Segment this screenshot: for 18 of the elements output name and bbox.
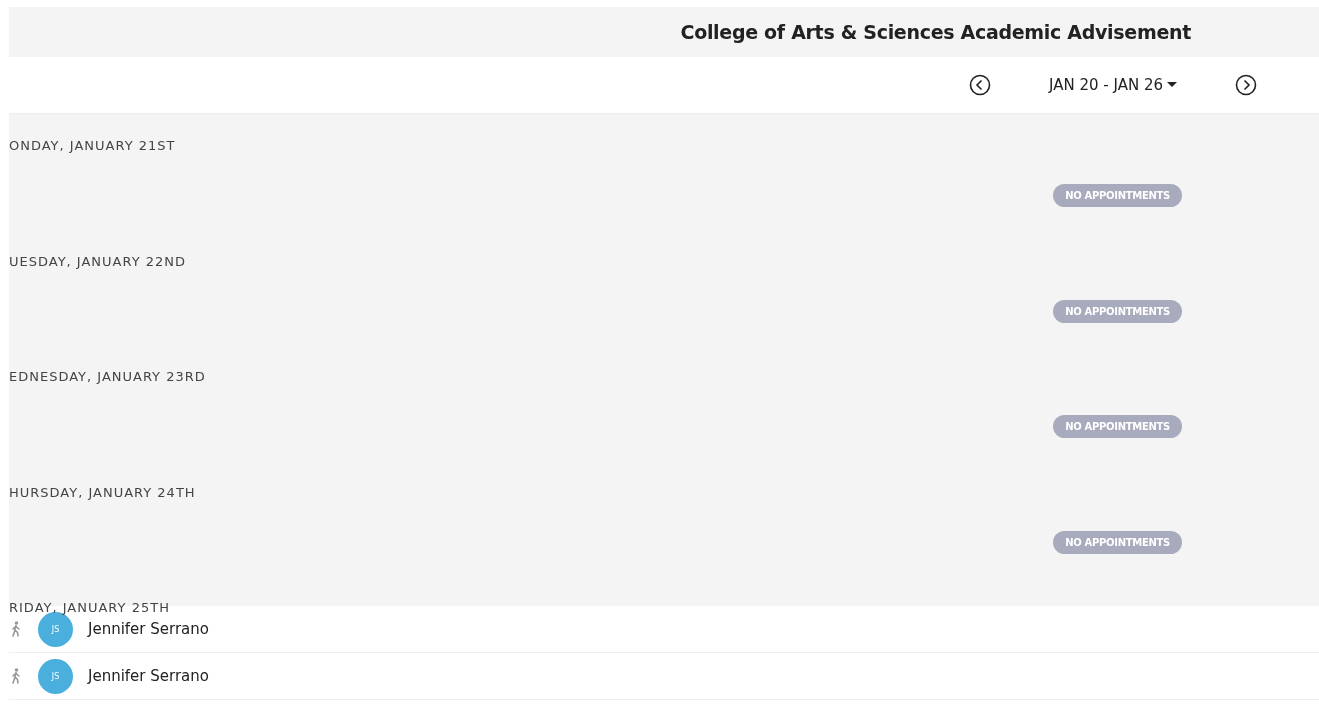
day-heading: UESDAY, JANUARY 22ND	[9, 252, 188, 269]
advisee-name[interactable]: Jennifer Serrano	[88, 620, 209, 638]
walking-person-icon	[11, 668, 21, 684]
previous-week-icon[interactable]	[969, 74, 992, 96]
status-badge: NO APPOINTMENTS	[1053, 184, 1182, 207]
day-heading: HURSDAY, JANUARY 24TH	[9, 483, 197, 500]
week-range-dropdown[interactable]: JAN 20 - JAN 26	[1049, 76, 1177, 94]
caret-icon	[1167, 82, 1177, 88]
status-badge: NO APPOINTMENTS	[1053, 415, 1182, 438]
day-heading: EDNESDAY, JANUARY 23RD	[9, 368, 207, 384]
day-heading: ONDAY, JANUARY 21ST	[9, 137, 177, 153]
page-title: College of Arts & Sciences Academic Advisement	[680, 21, 1191, 43]
avatar: JS	[38, 658, 73, 694]
next-week-icon[interactable]	[1235, 74, 1257, 96]
status-badge: NO APPOINTMENTS	[1053, 299, 1182, 323]
walking-person-icon	[11, 621, 21, 637]
status-badge: NO APPOINTMENTS	[1053, 530, 1182, 554]
advisee-name[interactable]: Jennifer Serrano	[88, 667, 209, 685]
